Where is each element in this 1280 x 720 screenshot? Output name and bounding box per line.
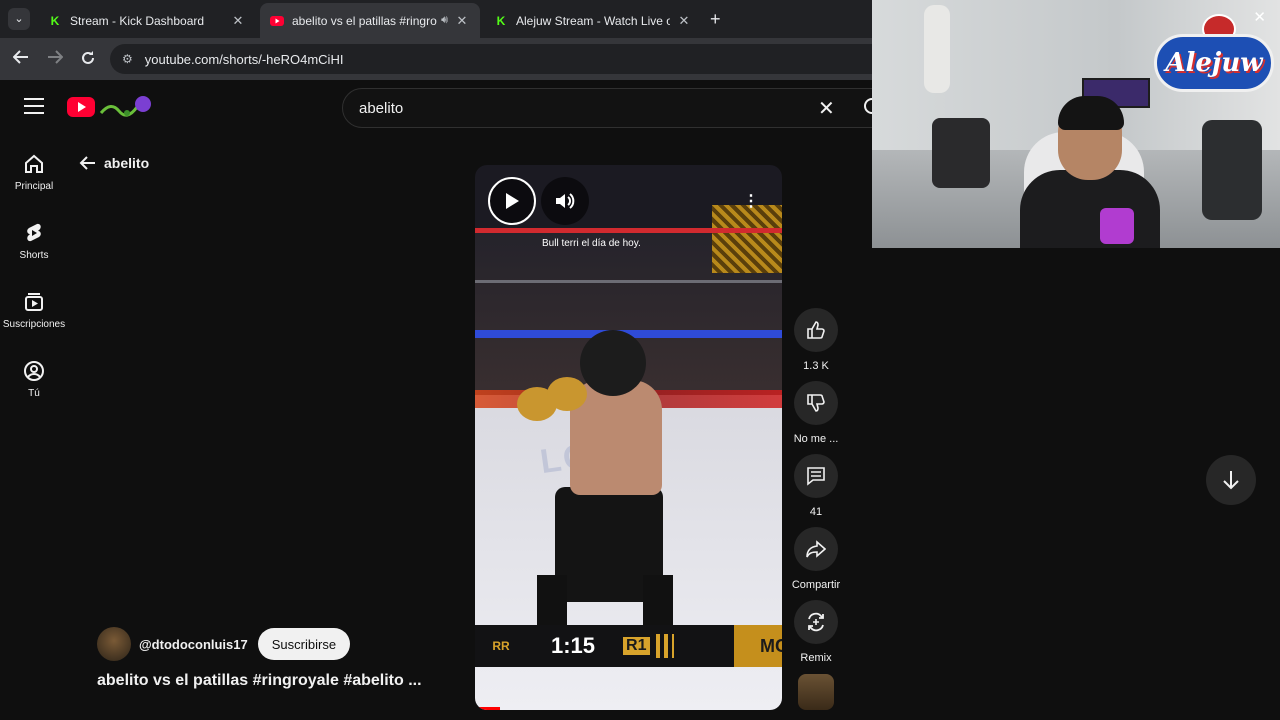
streamer-logo: Alejuw [1154, 34, 1274, 92]
scoreboard-tag: MC [734, 625, 782, 667]
comments-button[interactable]: 41 [792, 454, 840, 518]
comment-icon [807, 467, 825, 486]
dislike-button[interactable]: No me ... [792, 381, 840, 445]
tab-title: Stream - Kick Dashboard [70, 13, 205, 28]
guide-item-subscriptions[interactable]: Suscripciones [0, 291, 68, 330]
guide-label: Tú [28, 388, 40, 399]
comment-count: 41 [809, 506, 823, 518]
account-icon [24, 361, 44, 381]
ring-rope-red [475, 228, 782, 233]
scoreboard-logo: RR [492, 639, 510, 653]
back-to-search-button[interactable]: abelito [78, 155, 149, 171]
more-options-icon[interactable]: ⋮ [743, 191, 759, 211]
address-bar[interactable]: ⚙︎ youtube.com/shorts/-heRO4mCiHI [110, 44, 890, 74]
guide-label: Principal [14, 181, 54, 192]
shorts-video-player[interactable]: LOLILI RR 1:15 R1 MC ⋮ Bull terri el día… [475, 165, 782, 710]
youtube-favicon-icon [270, 14, 284, 28]
back-arrow-icon [79, 156, 95, 170]
reload-icon[interactable] [80, 50, 96, 71]
background-chair [932, 118, 990, 188]
subscriptions-icon [25, 293, 43, 311]
subscribe-button[interactable]: Suscribirse [257, 628, 351, 660]
webcam-overlay: Alejuw ✕ [872, 0, 1280, 248]
close-tab-icon[interactable]: ✕ [230, 13, 246, 29]
scoreboard-time: 1:15 [551, 633, 596, 658]
close-icon[interactable]: ✕ [1253, 8, 1266, 26]
guide-item-principal[interactable]: Principal [0, 153, 68, 192]
boxer-leg [537, 575, 567, 625]
screen: ⌄ K Stream - Kick Dashboard ✕ abelito vs… [0, 0, 1280, 720]
tab-title: abelito vs el patillas #ringro [292, 13, 437, 28]
channel-handle[interactable]: @dtodoconluis17 [139, 637, 248, 652]
share-button[interactable]: Compartir [792, 527, 840, 591]
kick-favicon-icon: K [50, 13, 60, 28]
video-progress-bar[interactable] [475, 707, 500, 710]
guide-label: Suscripciones [2, 319, 66, 330]
ring-rope-grey [475, 280, 782, 283]
streamer-hair [1058, 96, 1124, 130]
play-button[interactable] [488, 177, 536, 225]
tab-title: Alejuw Stream - Watch Live on [516, 13, 670, 28]
tab-search-button[interactable]: ⌄ [8, 8, 30, 30]
background-chair [1202, 120, 1262, 220]
play-icon [506, 193, 519, 209]
arrow-down-icon [1223, 471, 1239, 490]
share-icon [806, 540, 826, 558]
shorts-icon [27, 223, 41, 242]
new-tab-button[interactable]: + [710, 9, 721, 30]
clear-search-icon[interactable]: ✕ [818, 96, 835, 121]
tab-youtube-short[interactable]: abelito vs el patillas #ringro 🔊︎ ✕ [260, 3, 480, 38]
speaker-icon[interactable]: 🔊︎ [441, 14, 448, 27]
punching-bag [924, 5, 950, 93]
video-caption: Bull terri el día de hoy. [542, 238, 641, 249]
site-settings-icon[interactable]: ⚙︎ [122, 52, 133, 66]
streamer-body [1020, 170, 1160, 248]
search-query: abelito [359, 99, 404, 117]
close-tab-icon[interactable]: ✕ [676, 13, 692, 29]
video-lights [712, 205, 782, 273]
share-label: Compartir [791, 579, 841, 591]
like-button[interactable]: 1.3 K [792, 308, 840, 372]
remix-button[interactable]: Remix [792, 600, 840, 664]
back-label: abelito [104, 155, 150, 171]
hamburger-menu-icon[interactable] [24, 98, 44, 119]
video-title[interactable]: abelito vs el patillas #ringroyale #abel… [97, 672, 462, 690]
thumbs-up-icon [807, 321, 825, 339]
close-tab-icon[interactable]: ✕ [454, 13, 470, 29]
back-arrow-icon[interactable] [12, 50, 29, 69]
thumbs-down-icon [807, 394, 825, 412]
guide-item-shorts[interactable]: Shorts [0, 222, 68, 261]
home-icon [25, 154, 43, 173]
guide-label: Shorts [19, 250, 49, 261]
volume-button[interactable] [541, 177, 589, 225]
tab-alejuw-stream[interactable]: K Alejuw Stream - Watch Live on ✕ [484, 3, 702, 38]
search-input[interactable]: abelito [342, 88, 882, 128]
boxer-head [580, 330, 646, 396]
forward-arrow-icon[interactable] [47, 50, 64, 69]
channel-avatar[interactable] [97, 627, 131, 661]
kick-favicon-icon: K [496, 13, 506, 28]
tab-kick-dashboard[interactable]: K Stream - Kick Dashboard ✕ [38, 3, 256, 38]
youtube-logo[interactable] [67, 95, 157, 121]
volume-icon [556, 193, 575, 209]
channel-row: @dtodoconluis17 Suscribirse [97, 627, 351, 661]
round-bars-icon [655, 634, 674, 658]
dislike-label: No me ... [793, 433, 839, 445]
sound-avatar[interactable] [798, 674, 834, 710]
scoreboard-round: R1 [623, 637, 650, 655]
scoreboard: RR 1:15 R1 MC [475, 625, 782, 667]
microphone [1100, 208, 1134, 244]
next-video-button[interactable] [1206, 455, 1256, 505]
url-text: youtube.com/shorts/-heRO4mCiHI [144, 51, 344, 67]
guide-item-you[interactable]: Tú [0, 360, 68, 399]
boxing-glove [547, 377, 587, 411]
boxer-leg [643, 575, 673, 625]
remix-icon [808, 612, 824, 632]
remix-label: Remix [800, 652, 832, 664]
like-count: 1.3 K [803, 360, 829, 372]
